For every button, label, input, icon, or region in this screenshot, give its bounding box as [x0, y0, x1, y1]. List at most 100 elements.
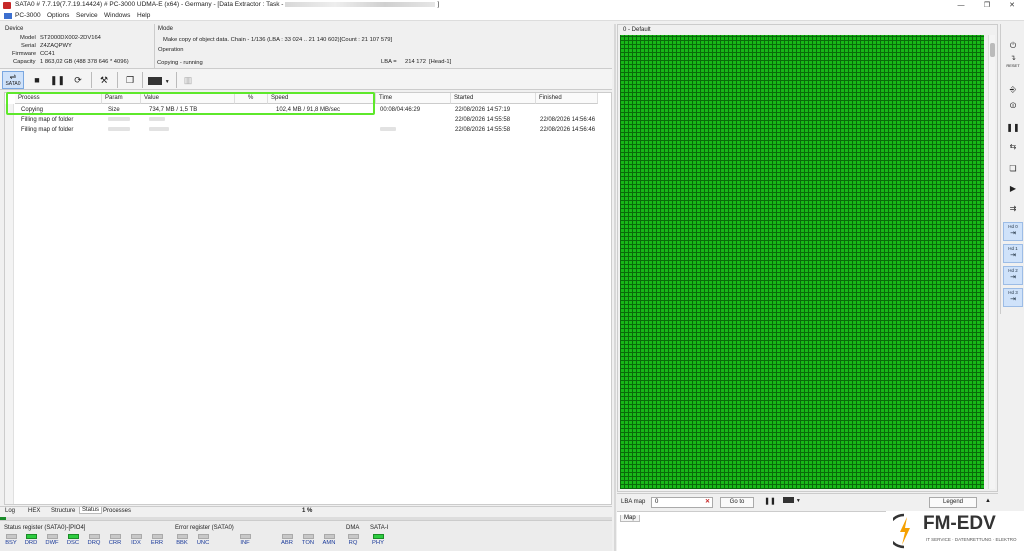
- head-1-label: Hd 1: [1008, 246, 1018, 251]
- power-plug-icon: ⏻: [1009, 41, 1017, 50]
- view-dropdown-button[interactable]: ▼: [146, 71, 172, 89]
- menu-options[interactable]: Options: [47, 12, 69, 19]
- pause-icon: ❚❚: [50, 75, 66, 85]
- menu-windows[interactable]: Windows: [104, 12, 130, 19]
- menu-pc3000[interactable]: PC-3000: [15, 12, 41, 19]
- tab-structure[interactable]: Structure: [51, 508, 75, 514]
- pause-button[interactable]: ❚❚: [50, 71, 66, 89]
- lba-map-input[interactable]: 0 ✕: [651, 497, 713, 508]
- legend-button[interactable]: Legend: [929, 497, 977, 508]
- cell-value-redacted: [146, 125, 235, 135]
- status-bit-dsc: DSC: [63, 534, 83, 546]
- splitter[interactable]: [614, 24, 616, 551]
- column-header-started[interactable]: Started: [451, 93, 536, 104]
- cell-started: 22/08/2026 14:57:19: [455, 107, 511, 113]
- tab-hex[interactable]: HEX: [28, 508, 40, 514]
- power-button[interactable]: ⏻: [1005, 39, 1021, 53]
- head-value: [Head-1]: [429, 59, 452, 65]
- tab-status[interactable]: Status: [79, 507, 103, 514]
- map-title: 0 - Default: [623, 27, 651, 33]
- pause-tool-button[interactable]: ❚❚: [1005, 121, 1021, 135]
- heads-button[interactable]: ⇉: [1005, 202, 1021, 216]
- led-indicator: [67, 534, 79, 539]
- disabled-tool-button[interactable]: ▥: [180, 71, 196, 89]
- mode-text: Make copy of object data. Chain - 1/136 …: [163, 37, 393, 43]
- sata-port-button[interactable]: ⇌ SATA0: [2, 71, 24, 89]
- head-0-label: Hd 0: [1008, 224, 1018, 229]
- app-icon: [3, 2, 11, 9]
- minimize-button[interactable]: —: [952, 0, 970, 11]
- head-1-button[interactable]: Hd 1 ⇥: [1003, 244, 1023, 263]
- toolbar-separator: [176, 72, 177, 88]
- map-view-dropdown[interactable]: ▼: [780, 497, 804, 508]
- operation-value: Copying - running: [157, 60, 203, 66]
- reset-button[interactable]: ↴ RESET: [1005, 55, 1021, 69]
- error-bit-abr: ABR: [277, 534, 297, 546]
- row-selector-column: [5, 104, 14, 504]
- tab-log[interactable]: Log: [5, 508, 15, 514]
- led-indicator: [5, 534, 17, 539]
- reset-arrow-icon: ↴: [1010, 55, 1016, 62]
- map-scrollbar[interactable]: [988, 35, 995, 489]
- menu-bar: PC-3000 Options Service Windows Help: [0, 11, 1024, 21]
- map-pause-button[interactable]: ❚❚: [764, 497, 776, 508]
- device-panel: Device Model ST2000DX002-2DV164 Serial Z…: [2, 24, 152, 68]
- sata-bit-phy: PHY: [368, 534, 388, 546]
- menu-help[interactable]: Help: [137, 12, 150, 19]
- toolbar-separator: [91, 72, 92, 88]
- serial-value: Z4ZAQPWY: [40, 43, 72, 49]
- monitor-icon: [148, 76, 163, 85]
- cell-time-redacted: [377, 125, 451, 135]
- lba-label: LBA =: [381, 59, 397, 65]
- serial-label: Serial: [21, 43, 36, 49]
- transfer-button[interactable]: ⇆: [1005, 140, 1021, 154]
- head-2-button[interactable]: Hd 2 ⇥: [1003, 266, 1023, 285]
- led-indicator: [25, 534, 37, 539]
- toolbar-separator: [142, 72, 143, 88]
- stop-icon: ■: [34, 75, 40, 85]
- toolbar: ⇌ SATA0 ■ ❚❚ ⟳ ⚒ ❐ ▼ ▥: [0, 68, 612, 90]
- cell-started: 22/08/2026 14:55:58: [455, 127, 511, 133]
- dma-bit-rq: RQ: [343, 534, 363, 546]
- cell-process: Filling map of folder: [21, 117, 74, 123]
- sata-plug-icon: ⇌: [9, 72, 17, 81]
- refresh-page-icon: ⟳: [74, 75, 82, 85]
- column-header-finished[interactable]: Finished: [536, 93, 598, 104]
- copy-button[interactable]: ❏: [1005, 162, 1021, 176]
- operation-label: Operation: [158, 47, 184, 53]
- tab-processes[interactable]: Processes: [103, 508, 131, 514]
- error-bit-inf: INF: [235, 534, 255, 546]
- restart-button[interactable]: ⟳: [70, 71, 86, 89]
- status-bit-idx: IDX: [126, 534, 146, 546]
- connect-button[interactable]: ⎆: [1005, 83, 1021, 97]
- column-header-time[interactable]: Time: [376, 93, 451, 104]
- status-bit-crr: CRR: [105, 534, 125, 546]
- lba-map-input-value: 0: [655, 499, 659, 505]
- status-bit-dwf: DWF: [42, 534, 62, 546]
- sector-map-grid[interactable]: [620, 35, 984, 489]
- clear-icon[interactable]: ✕: [705, 498, 710, 507]
- head-3-button[interactable]: Hd 3 ⇥: [1003, 288, 1023, 307]
- power-zero-button[interactable]: ⏼: [1005, 99, 1021, 113]
- monitor-icon: [783, 497, 795, 504]
- head-0-button[interactable]: Hd 0 ⇥: [1003, 222, 1023, 241]
- stop-button[interactable]: ■: [30, 71, 44, 89]
- menu-service[interactable]: Service: [76, 12, 98, 19]
- pause-icon: ❚❚: [764, 498, 776, 505]
- tools-button[interactable]: ⚒: [96, 71, 112, 89]
- goto-button[interactable]: Go to: [720, 497, 754, 508]
- play-button[interactable]: ▶: [1005, 182, 1021, 196]
- led-indicator: [347, 534, 359, 539]
- scrollbar-thumb[interactable]: [990, 43, 995, 57]
- maximize-button[interactable]: ❐: [978, 0, 996, 11]
- play-icon: ▶: [1009, 184, 1017, 193]
- status-bit-drq: DRQ: [84, 534, 104, 546]
- device-header: Device: [5, 26, 24, 32]
- windows-button[interactable]: ❐: [122, 71, 138, 89]
- bottom-tabs: Log HEX Structure Status Processes 1 %: [0, 506, 612, 517]
- close-button[interactable]: ✕: [1003, 0, 1021, 11]
- tab-map[interactable]: Map: [620, 515, 640, 522]
- collapse-button[interactable]: ▲: [983, 497, 993, 508]
- head-icon: ⇥: [1010, 252, 1016, 259]
- chevron-down-icon: ▼: [795, 498, 801, 504]
